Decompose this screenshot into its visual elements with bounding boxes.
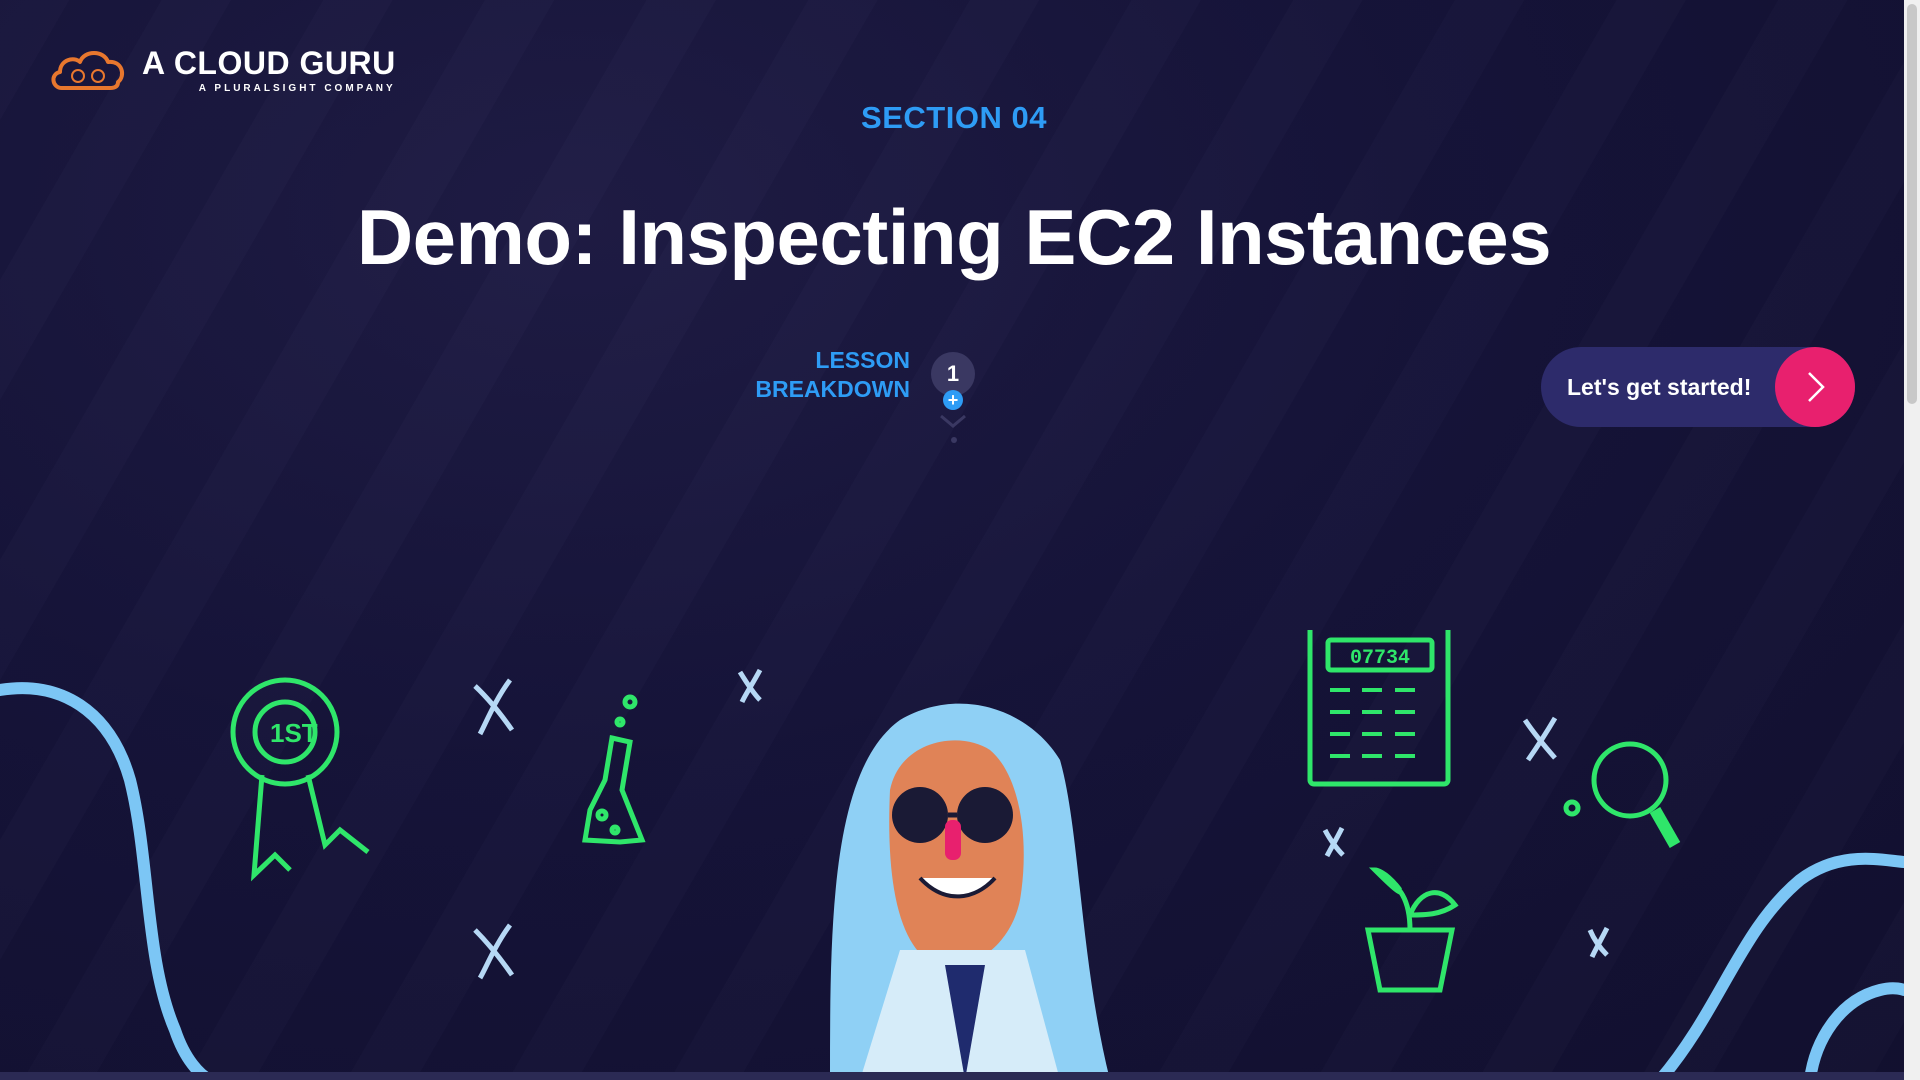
logo-title: A CLOUD GURU	[142, 44, 396, 81]
get-started-label: Let's get started!	[1567, 373, 1752, 400]
left-wave-line	[0, 682, 216, 1080]
dna-icon	[473, 923, 515, 980]
dna-icon	[473, 678, 515, 736]
award-ribbon-icon: 1ST	[230, 677, 370, 882]
award-text: 1ST	[270, 718, 318, 748]
cloud-logo-icon	[51, 51, 125, 90]
expand-plus-icon[interactable]: +	[943, 390, 963, 410]
hero-illustration: 1ST 07734	[0, 630, 1904, 1080]
bottom-progress-bar	[0, 1072, 1904, 1080]
breakdown-line-2: BREAKDOWN	[755, 376, 910, 402]
logo-subtitle: A PLURALSIGHT COMPANY	[198, 82, 396, 94]
right-wave-line	[1654, 852, 1904, 1080]
flask-icon	[582, 694, 646, 845]
guru-character-illustration	[830, 703, 1110, 1080]
vertical-scrollbar[interactable]	[1904, 0, 1920, 1080]
right-wave-line-2	[1804, 982, 1904, 1080]
chevron-down-icon[interactable]	[938, 413, 968, 429]
get-started-button[interactable]: Let's get started!	[1541, 347, 1855, 427]
lesson-title: Demo: Inspecting EC2 Instances	[356, 193, 1552, 281]
scroll-indicator-dot	[951, 437, 957, 443]
dna-icon	[1522, 716, 1558, 762]
chevron-right-icon[interactable]	[1775, 347, 1855, 427]
breakdown-line-1: LESSON	[815, 347, 910, 373]
magnifying-glass-icon	[1563, 741, 1681, 848]
scrollbar-thumb[interactable]	[1907, 4, 1917, 404]
calculator-display: 07734	[1350, 647, 1410, 670]
lesson-breakdown-label[interactable]: LESSON BREAKDOWN	[752, 346, 910, 404]
dna-icon	[1587, 926, 1610, 959]
section-label: SECTION 04	[861, 100, 1047, 135]
dna-icon	[1322, 826, 1345, 858]
brand-logo[interactable]: A CLOUD GURU A PLURALSIGHT COMPANY	[48, 44, 396, 96]
calculator-icon: 07734	[1307, 630, 1451, 787]
dna-icon	[737, 668, 763, 704]
plant-pot-icon	[1364, 867, 1459, 993]
